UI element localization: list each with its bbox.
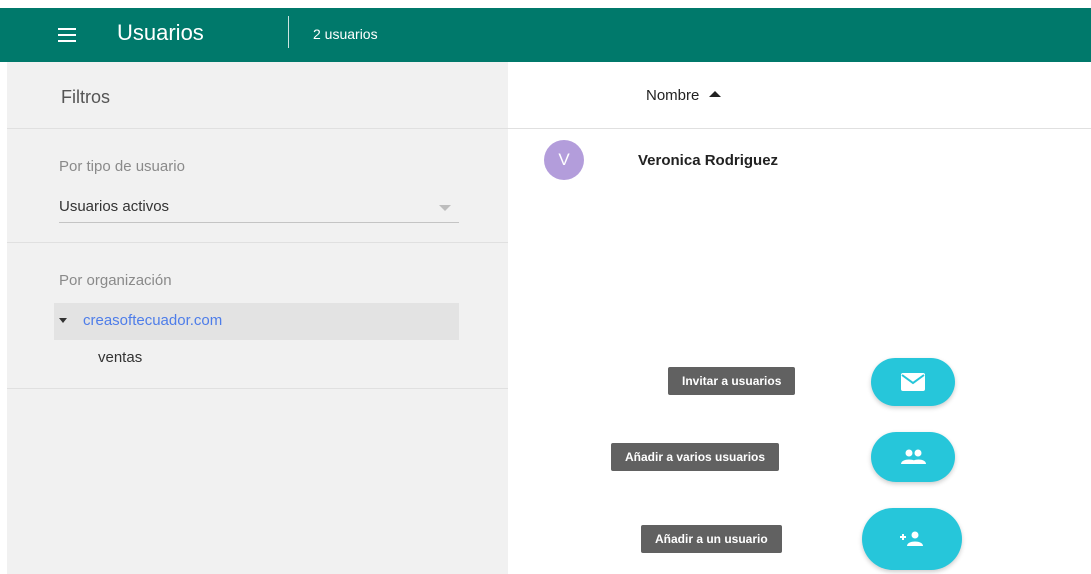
organization-label: Por organización: [59, 272, 172, 289]
dropdown-arrow-icon: [439, 205, 451, 211]
org-tree-item-ventas[interactable]: ventas: [98, 349, 142, 366]
avatar: V: [544, 140, 584, 180]
divider: [7, 388, 508, 389]
add-multiple-users-button[interactable]: [871, 432, 955, 482]
filters-title: Filtros: [61, 87, 110, 107]
group-icon: [901, 449, 926, 464]
user-count: 2 usuarios: [313, 26, 378, 42]
mail-icon: [901, 373, 925, 391]
user-type-value: Usuarios activos: [59, 198, 170, 215]
user-type-select[interactable]: Usuarios activos: [59, 196, 459, 223]
name-column-header[interactable]: Nombre: [646, 87, 722, 104]
expand-arrow-icon[interactable]: [59, 318, 67, 323]
menu-icon[interactable]: [58, 28, 76, 42]
add-user-tooltip: Añadir a un usuario: [641, 525, 782, 553]
filters-sidebar: Filtros Por tipo de usuario Usuarios act…: [7, 62, 508, 574]
divider: [7, 128, 508, 129]
divider: [508, 128, 1091, 129]
add-user-button[interactable]: [862, 508, 962, 570]
header-divider: [288, 16, 289, 48]
add-multiple-users-tooltip: Añadir a varios usuarios: [611, 443, 780, 471]
add-person-icon: [900, 531, 923, 546]
org-tree-item-root[interactable]: creasoftecuador.com: [54, 303, 459, 340]
sort-ascending-icon: [709, 91, 722, 98]
column-header-label: Nombre: [646, 87, 700, 104]
org-root-label: creasoftecuador.com: [83, 312, 223, 329]
invite-users-tooltip: Invitar a usuarios: [668, 367, 796, 395]
divider: [7, 242, 508, 243]
app-header: Usuarios 2 usuarios: [0, 8, 1091, 62]
invite-users-button[interactable]: [871, 358, 955, 406]
page-title: Usuarios: [117, 20, 204, 45]
user-name[interactable]: Veronica Rodriguez: [638, 152, 778, 169]
user-type-label: Por tipo de usuario: [59, 158, 185, 175]
